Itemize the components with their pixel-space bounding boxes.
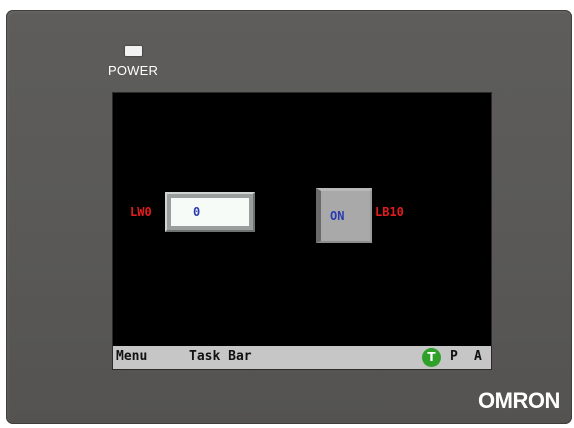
lb10-address-label: LB10 (375, 205, 404, 219)
power-label: POWER (108, 63, 159, 78)
hmi-bezel: POWER LW0 0 ON LB10 Menu Task Bar T P A … (6, 10, 572, 424)
lw0-address-label: LW0 (130, 205, 152, 219)
t-indicator-icon[interactable]: T (422, 348, 441, 367)
toggle-state-label: ON (330, 209, 345, 223)
numeric-display-field[interactable]: 0 (171, 198, 249, 226)
power-led (125, 46, 142, 56)
toggle-button-lb10[interactable]: ON (316, 188, 372, 243)
numeric-display-lw0[interactable]: 0 (165, 192, 255, 232)
taskbar: Menu Task Bar T P A (113, 346, 491, 369)
menu-button[interactable]: Menu (116, 349, 147, 364)
numeric-value: 0 (193, 205, 201, 219)
taskbar-label: Task Bar (189, 349, 252, 364)
hmi-screen: LW0 0 ON LB10 Menu Task Bar T P A (113, 93, 491, 369)
p-indicator[interactable]: P (450, 349, 458, 364)
a-indicator[interactable]: A (474, 349, 482, 364)
brand-logo: OMRON (478, 388, 560, 413)
